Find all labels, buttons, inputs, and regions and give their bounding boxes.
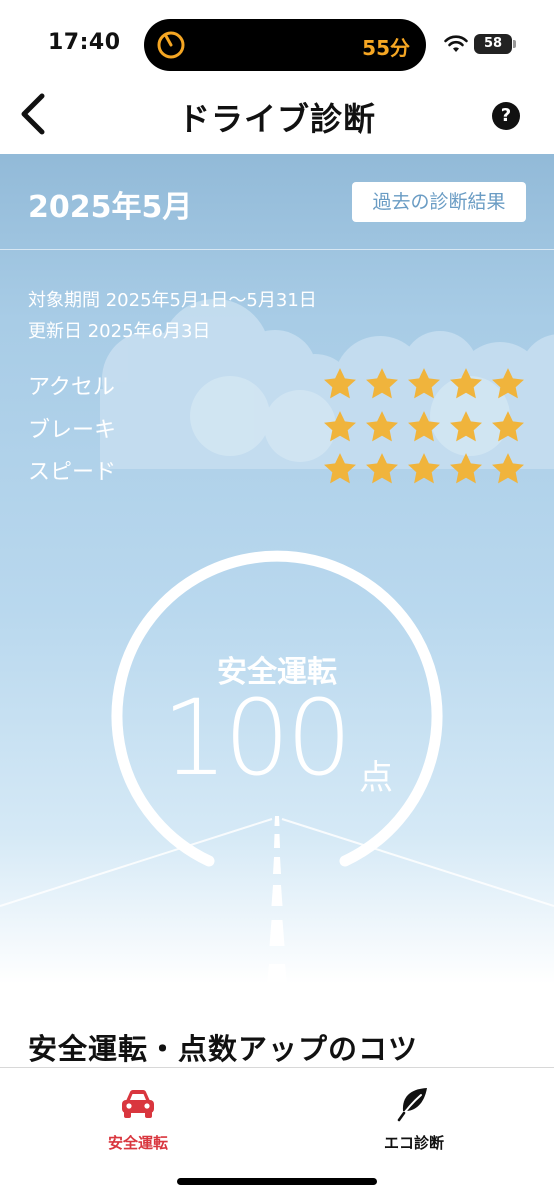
star-icon	[450, 411, 482, 442]
star-icon	[492, 368, 524, 399]
updated-date: 更新日 2025年6月3日	[28, 321, 211, 342]
star-icon	[324, 368, 356, 399]
star-icon	[366, 411, 398, 442]
page-title: ドライブ診断	[177, 100, 376, 138]
safety-score: 100	[161, 677, 353, 799]
tips-heading: 安全運転・点数アップのコツ	[28, 1032, 419, 1066]
tab-eco-diagnosis[interactable]: エコ診断	[334, 1086, 494, 1156]
drive-report-hero: 2025年5月 過去の診断結果 対象期間 2025年5月1日〜5月31日 更新日…	[0, 154, 554, 984]
tab-label: エコ診断	[383, 1134, 444, 1152]
road-scene-illustration	[0, 299, 554, 984]
timer-icon	[157, 31, 185, 59]
star-rating	[322, 452, 526, 486]
star-icon	[366, 368, 398, 399]
star-icon	[408, 453, 440, 484]
star-icon	[408, 368, 440, 399]
tab-label: 安全運転	[107, 1134, 168, 1152]
rating-label: ブレーキ	[28, 418, 117, 443]
activity-timer-text: 55分	[362, 36, 410, 60]
leaf-icon	[397, 1088, 427, 1122]
star-icon	[492, 453, 524, 484]
app-header: ドライブ診断 ?	[0, 92, 554, 154]
star-icon	[492, 411, 524, 442]
star-icon	[408, 411, 440, 442]
star-rating	[322, 367, 526, 401]
past-results-button[interactable]: 過去の診断結果	[352, 182, 526, 222]
status-time: 17:40	[48, 30, 121, 55]
star-icon	[324, 411, 356, 442]
star-icon	[324, 453, 356, 484]
month-bar: 2025年5月 過去の診断結果	[0, 154, 554, 250]
report-month: 2025年5月	[28, 190, 193, 225]
help-button[interactable]: ?	[492, 102, 520, 130]
star-icon	[450, 453, 482, 484]
wifi-icon	[444, 35, 468, 52]
tab-safe-driving[interactable]: 安全運転	[58, 1086, 218, 1156]
target-period: 対象期間 2025年5月1日〜5月31日	[28, 290, 317, 311]
status-bar: 17:40 55分 58	[0, 0, 554, 92]
dynamic-island[interactable]: 55分	[144, 19, 426, 71]
rating-label: スピード	[28, 460, 117, 485]
car-icon	[122, 1090, 154, 1118]
rating-row-brake: ブレーキ	[28, 410, 526, 444]
home-indicator[interactable]	[177, 1178, 377, 1185]
rating-label: アクセル	[28, 375, 115, 400]
star-rating	[322, 410, 526, 444]
star-icon	[366, 453, 398, 484]
star-icon	[450, 368, 482, 399]
battery-icon: 58	[474, 34, 516, 54]
rating-row-speed: スピード	[28, 452, 526, 486]
score-unit: 点	[359, 758, 393, 798]
rating-row-accel: アクセル	[28, 367, 526, 401]
